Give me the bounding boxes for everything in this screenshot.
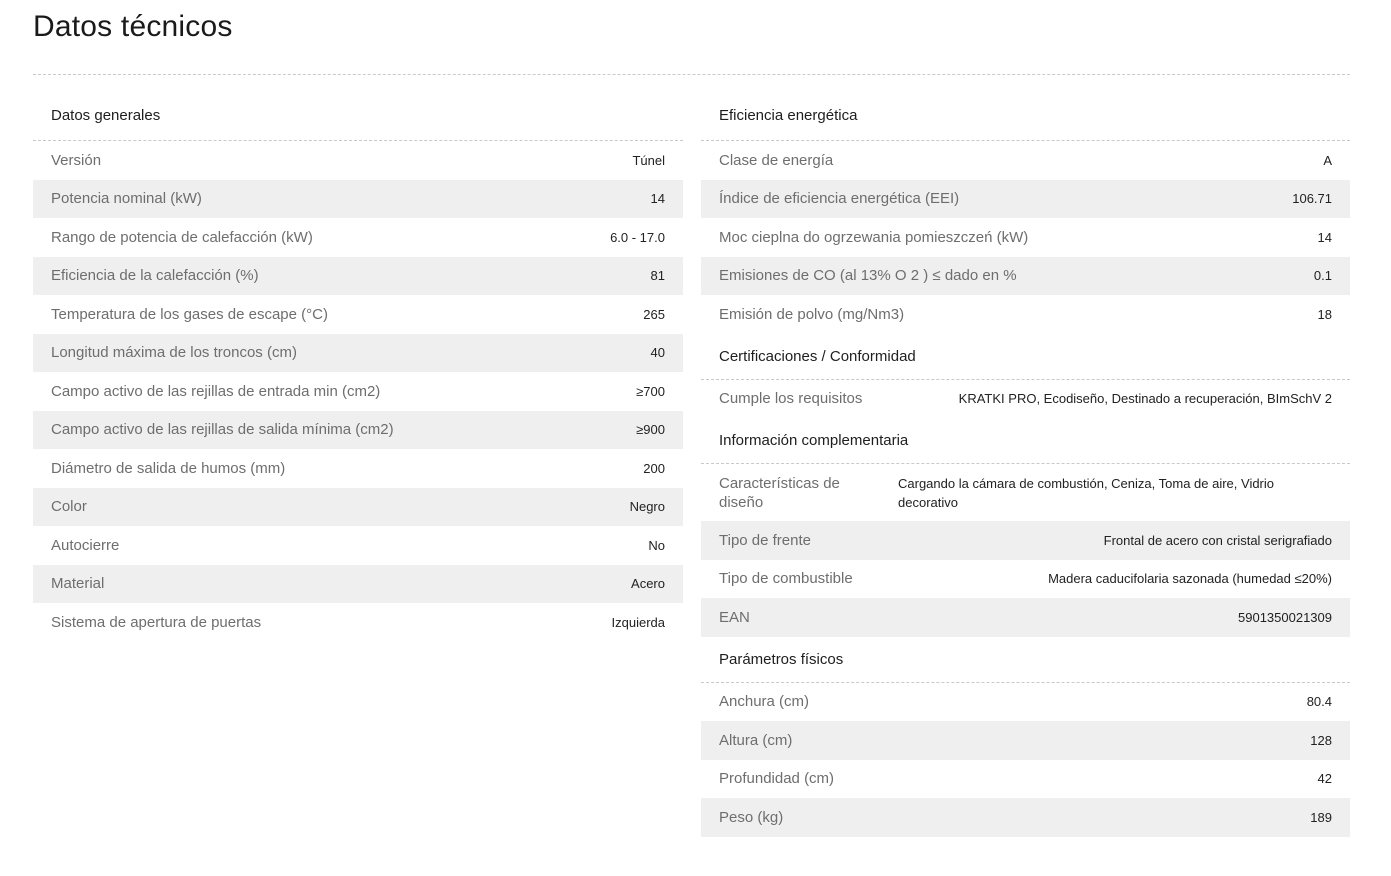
- spec-row-tipo-combustible: Tipo de combustible Madera caducifolaria…: [701, 560, 1350, 599]
- spec-label: Eficiencia de la calefacción (%): [51, 267, 259, 285]
- section-parametros-fisicos: Parámetros físicos Anchura (cm) 80.4 Alt…: [701, 637, 1350, 837]
- section-title: Datos generales: [33, 93, 683, 141]
- spec-label: Características de diseño: [719, 475, 840, 511]
- spec-label: Potencia nominal (kW): [51, 190, 202, 208]
- section-informacion-complementaria: Información complementaria Característic…: [701, 418, 1350, 637]
- spec-row-ean: EAN 5901350021309: [701, 598, 1350, 637]
- spec-value: A: [1323, 152, 1332, 168]
- spec-label: Autocierre: [51, 536, 120, 554]
- spec-row-temperatura-gases: Temperatura de los gases de escape (°C) …: [33, 295, 683, 334]
- section-title: Información complementaria: [701, 418, 1350, 464]
- section-datos-generales: Datos generales Versión Túnel Potencia n…: [33, 93, 683, 642]
- spec-row-eficiencia-calefaccion: Eficiencia de la calefacción (%) 81: [33, 256, 683, 295]
- spec-label: Moc cieplna do ogrzewania pomieszczeń (k…: [719, 228, 1029, 246]
- spec-label: Material: [51, 575, 105, 593]
- spec-label: Sistema de apertura de puertas: [51, 613, 262, 631]
- spec-label: EAN: [719, 608, 750, 626]
- spec-value: 5901350021309: [1238, 609, 1332, 625]
- spec-row-diametro-humos: Diámetro de salida de humos (mm) 200: [33, 449, 683, 488]
- page-title: Datos técnicos: [33, 10, 233, 43]
- spec-value: 18: [1317, 306, 1332, 322]
- spec-label: Versión: [51, 151, 102, 169]
- spec-value: ≥900: [636, 422, 665, 438]
- spec-value: 14: [650, 191, 665, 207]
- spec-row-potencia-nominal: Potencia nominal (kW) 14: [33, 179, 683, 218]
- spec-value: ≥700: [636, 383, 665, 399]
- spec-value: 42: [1317, 771, 1332, 787]
- spec-value: No: [648, 537, 665, 553]
- spec-label: Emisión de polvo (mg/Nm3): [719, 305, 905, 323]
- spec-value: 128: [1310, 732, 1332, 748]
- spec-value: 265: [643, 306, 665, 322]
- spec-label: Altura (cm): [719, 731, 793, 749]
- spec-row-altura: Altura (cm) 128: [701, 721, 1350, 760]
- section-title: Eficiencia energética: [701, 93, 1350, 141]
- spec-row-rejillas-entrada: Campo activo de las rejillas de entrada …: [33, 372, 683, 411]
- spec-value: Madera caducifolaria sazonada (humedad ≤…: [1048, 571, 1332, 587]
- spec-value: 6.0 - 17.0: [610, 229, 665, 245]
- spec-row-longitud-troncos: Longitud máxima de los troncos (cm) 40: [33, 333, 683, 372]
- spec-label: Campo activo de las rejillas de entrada …: [51, 382, 381, 400]
- spec-label: Peso (kg): [719, 808, 784, 826]
- spec-label: Cumple los requisitos: [719, 390, 863, 408]
- spec-row-emision-polvo: Emisión de polvo (mg/Nm3) 18: [701, 295, 1350, 334]
- spec-label: Diámetro de salida de humos (mm): [51, 459, 286, 477]
- section-title: Parámetros físicos: [701, 637, 1350, 683]
- spec-value: Negro: [629, 499, 665, 515]
- spec-row-color: Color Negro: [33, 487, 683, 526]
- spec-value: 14: [1317, 229, 1332, 245]
- spec-row-version: Versión Túnel: [33, 141, 683, 180]
- spec-value: 40: [650, 345, 665, 361]
- spec-row-material: Material Acero: [33, 564, 683, 603]
- spec-label: Rango de potencia de calefacción (kW): [51, 228, 313, 246]
- spec-value: KRATKI PRO, Ecodiseño, Destinado a recup…: [958, 391, 1332, 407]
- spec-label: Emisiones de CO (al 13% O 2 ) ≤ dado en …: [719, 267, 1017, 285]
- spec-value: Túnel: [632, 152, 665, 168]
- spec-row-indice-eficiencia: Índice de eficiencia energética (EEI) 10…: [701, 179, 1350, 218]
- spec-value: 200: [643, 460, 665, 476]
- spec-label: Longitud máxima de los troncos (cm): [51, 344, 297, 362]
- spec-value: 0.1: [1313, 268, 1332, 284]
- spec-row-apertura-puertas: Sistema de apertura de puertas Izquierda: [33, 603, 683, 642]
- spec-value: Cargando la cámara de combustión, Ceniza…: [898, 476, 1275, 510]
- spec-label: Anchura (cm): [719, 693, 810, 711]
- spec-row-cumple-requisitos: Cumple los requisitos KRATKI PRO, Ecodis…: [701, 380, 1350, 419]
- left-column: Datos generales Versión Túnel Potencia n…: [33, 93, 683, 642]
- spec-row-rango-potencia: Rango de potencia de calefacción (kW) 6.…: [33, 218, 683, 257]
- spec-value: 189: [1310, 809, 1332, 825]
- section-title: Certificaciones / Conformidad: [701, 334, 1350, 380]
- spec-row-caracteristicas-diseno: Características de diseño Cargando la cá…: [701, 464, 1350, 521]
- spec-label: Profundidad (cm): [719, 770, 835, 788]
- spec-row-tipo-frente: Tipo de frente Frontal de acero con cris…: [701, 521, 1350, 560]
- spec-label: Campo activo de las rejillas de salida m…: [51, 421, 394, 439]
- title-divider: [33, 74, 1350, 75]
- right-column: Eficiencia energética Clase de energía A…: [701, 93, 1350, 837]
- spec-value: Izquierda: [611, 614, 665, 630]
- spec-row-peso: Peso (kg) 189: [701, 798, 1350, 837]
- spec-row-clase-energia: Clase de energía A: [701, 141, 1350, 180]
- section-certificaciones: Certificaciones / Conformidad Cumple los…: [701, 334, 1350, 419]
- spec-row-anchura: Anchura (cm) 80.4: [701, 683, 1350, 722]
- spec-label: Clase de energía: [719, 151, 834, 169]
- spec-value: 106.71: [1292, 191, 1332, 207]
- spec-row-moc-cieplna: Moc cieplna do ogrzewania pomieszczeń (k…: [701, 218, 1350, 257]
- section-eficiencia-energetica: Eficiencia energética Clase de energía A…: [701, 93, 1350, 334]
- spec-value: Frontal de acero con cristal serigrafiad…: [1103, 532, 1332, 548]
- spec-label: Tipo de combustible: [719, 570, 853, 588]
- spec-label: Temperatura de los gases de escape (°C): [51, 305, 328, 323]
- spec-label: Tipo de frente: [719, 531, 811, 549]
- spec-value: Acero: [631, 576, 665, 592]
- spec-label: Índice de eficiencia energética (EEI): [719, 190, 960, 208]
- spec-row-rejillas-salida: Campo activo de las rejillas de salida m…: [33, 410, 683, 449]
- spec-row-emisiones-co: Emisiones de CO (al 13% O 2 ) ≤ dado en …: [701, 256, 1350, 295]
- spec-row-autocierre: Autocierre No: [33, 526, 683, 565]
- spec-row-profundidad: Profundidad (cm) 42: [701, 760, 1350, 799]
- spec-value: 80.4: [1306, 694, 1332, 710]
- spec-value: 81: [650, 268, 665, 284]
- spec-label: Color: [51, 498, 87, 516]
